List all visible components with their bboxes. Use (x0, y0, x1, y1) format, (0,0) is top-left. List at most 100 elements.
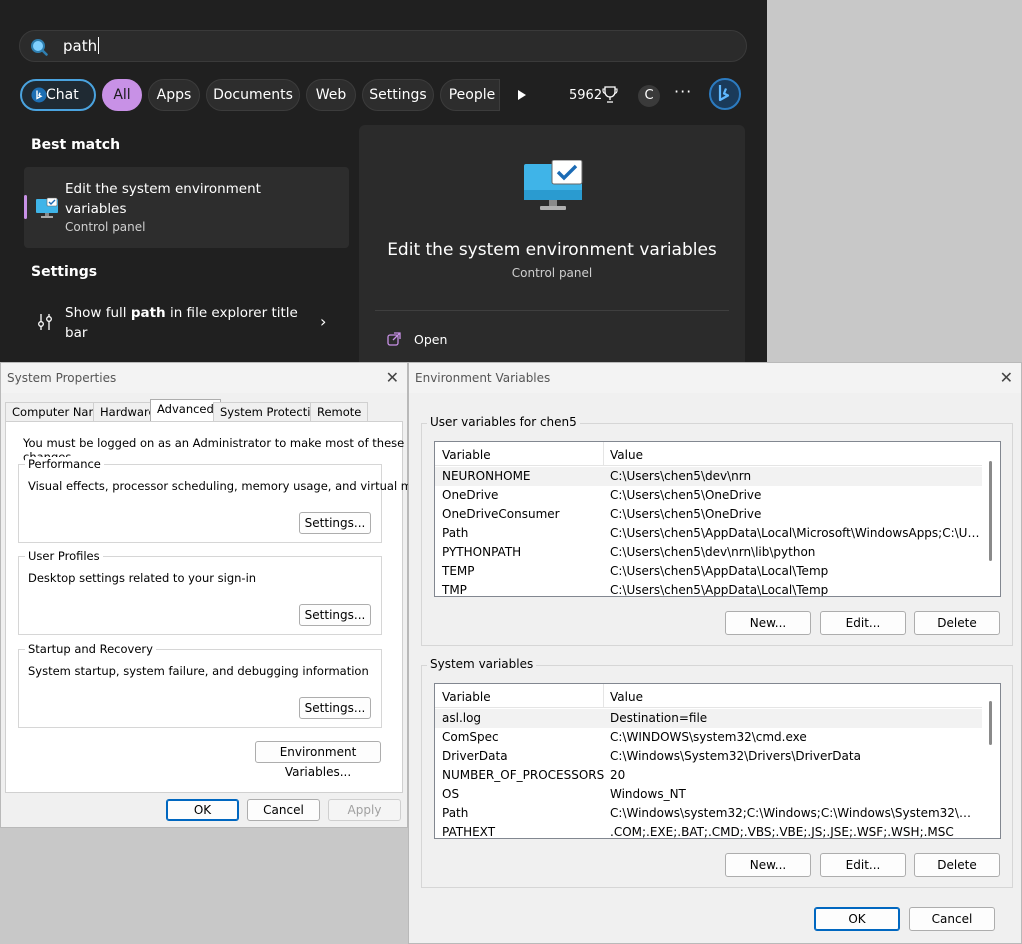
open-label: Open (414, 332, 448, 347)
table-row[interactable]: NUMBER_OF_PROCESSORS 20 (435, 766, 982, 785)
user-variables-list[interactable]: Variable Value NEURONHOME C:\Users\chen5\… (434, 441, 1001, 597)
tab-remote[interactable]: Remote (310, 402, 369, 422)
column-divider (603, 684, 604, 708)
variable-name: asl.log (442, 711, 482, 725)
group-label: User Profiles (25, 549, 103, 563)
variable-name: NUMBER_OF_PROCESSORS (442, 768, 605, 782)
table-row[interactable]: ComSpec C:\WINDOWS\system32\cmd.exe (435, 728, 982, 747)
variable-name: ComSpec (442, 730, 499, 744)
preview-title: Edit the system environment variables (387, 240, 717, 260)
filter-apps[interactable]: Apps (148, 79, 200, 111)
scrollbar[interactable] (982, 684, 1000, 838)
system-new-button[interactable]: New... (725, 853, 811, 877)
system-variables-group: System variables Variable Value asl.log D… (421, 657, 1013, 888)
filter-people[interactable]: People (440, 79, 500, 111)
filter-documents[interactable]: Documents (206, 79, 300, 111)
variable-value: Windows_NT (610, 787, 686, 801)
user-profiles-settings-button[interactable]: Settings... (299, 604, 371, 626)
settings-heading: Settings (31, 264, 98, 280)
table-row[interactable]: Path C:\Users\chen5\AppData\Local\Microso… (435, 524, 982, 543)
rewards-points[interactable]: 5962 (569, 88, 602, 103)
environment-variables-dialog: Environment Variables ✕ User variables f… (408, 362, 1022, 944)
column-value[interactable]: Value (610, 448, 643, 462)
table-row[interactable]: PYTHONPATH C:\Users\chen5\dev\nrn\lib\pyt… (435, 543, 982, 562)
variable-name: PYTHONPATH (442, 545, 522, 559)
scrollbar[interactable] (982, 442, 1000, 596)
table-row[interactable]: OneDrive C:\Users\chen5\OneDrive (435, 486, 982, 505)
performance-settings-button[interactable]: Settings... (299, 512, 371, 534)
column-value[interactable]: Value (610, 690, 643, 704)
user-new-button[interactable]: New... (725, 611, 811, 635)
best-match-item[interactable]: Edit the system environment variables Co… (24, 167, 349, 248)
play-arrow-icon[interactable] (507, 85, 537, 105)
variable-name: DriverData (442, 749, 508, 763)
column-variable[interactable]: Variable (442, 690, 491, 704)
user-profiles-group: User Profiles Desktop settings related t… (18, 549, 382, 635)
title-bar: Environment Variables ✕ (409, 363, 1021, 393)
cancel-button[interactable]: Cancel (247, 799, 320, 821)
setting-result-item[interactable]: Show full path in file explorer title ba… (24, 295, 349, 351)
trophy-icon (602, 86, 618, 103)
variable-value: C:\Windows\system32;C:\Windows;C:\Window… (610, 806, 982, 820)
close-icon[interactable]: ✕ (386, 368, 399, 387)
filter-web[interactable]: Web (306, 79, 356, 111)
user-variables-rows: NEURONHOME C:\Users\chen5\dev\nrn OneDrive… (435, 467, 982, 596)
cancel-button[interactable]: Cancel (909, 907, 995, 931)
startup-recovery-settings-button[interactable]: Settings... (299, 697, 371, 719)
table-row[interactable]: Path C:\Windows\system32;C:\Windows;C:\Wi… (435, 804, 982, 823)
filter-all[interactable]: All (102, 79, 142, 111)
result-preview-pane: Edit the system environment variables Co… (359, 125, 745, 362)
chevron-right-icon: › (320, 312, 327, 331)
ok-button[interactable]: OK (814, 907, 900, 931)
control-panel-monitor-icon (36, 197, 58, 218)
table-row[interactable]: DriverData C:\Windows\System32\Drivers\Dr… (435, 747, 982, 766)
variable-name: PATHEXT (442, 825, 496, 839)
dialog-title: System Properties (7, 371, 117, 385)
user-delete-button[interactable]: Delete (914, 611, 1000, 635)
list-header: Variable Value (435, 442, 982, 466)
scrollbar-thumb[interactable] (989, 461, 992, 561)
table-row[interactable]: TMP C:\Users\chen5\AppData\Local\Temp (435, 581, 982, 596)
variable-name: OneDriveConsumer (442, 507, 560, 521)
column-variable[interactable]: Variable (442, 448, 491, 462)
bing-icon[interactable] (709, 78, 741, 110)
system-edit-button[interactable]: Edit... (820, 853, 906, 877)
close-icon[interactable]: ✕ (1000, 368, 1013, 387)
user-variables-group: User variables for chen5 Variable Value … (421, 415, 1013, 646)
search-box[interactable]: path (19, 30, 747, 62)
best-match-subtitle: Control panel (65, 220, 146, 234)
environment-variables-button[interactable]: Environment Variables... (255, 741, 381, 779)
variable-value: .COM;.EXE;.BAT;.CMD;.VBS;.VBE;.JS;.JSE;.… (610, 825, 954, 839)
table-row[interactable]: TEMP C:\Users\chen5\AppData\Local\Temp (435, 562, 982, 581)
table-row[interactable]: OS Windows_NT (435, 785, 982, 804)
system-delete-button[interactable]: Delete (914, 853, 1000, 877)
scrollbar-thumb[interactable] (989, 701, 992, 745)
user-edit-button[interactable]: Edit... (820, 611, 906, 635)
account-avatar[interactable]: C (638, 85, 660, 107)
table-row[interactable]: NEURONHOME C:\Users\chen5\dev\nrn (435, 467, 982, 486)
variable-name: TEMP (442, 564, 475, 578)
best-match-title: Edit the system environment variables (65, 181, 261, 217)
variable-name: Path (442, 526, 469, 540)
preview-subtitle: Control panel (511, 266, 593, 280)
bing-chat-icon (31, 87, 47, 103)
open-action[interactable]: Open (387, 330, 507, 350)
ok-button[interactable]: OK (166, 799, 239, 821)
variable-value: C:\Users\chen5\OneDrive (610, 488, 762, 502)
tab-advanced[interactable]: Advanced (150, 399, 221, 423)
variable-name: Path (442, 806, 469, 820)
open-external-icon (387, 332, 401, 346)
variable-value: C:\Windows\System32\Drivers\DriverData (610, 749, 861, 763)
chat-filter-button[interactable]: Chat (20, 79, 96, 111)
table-row[interactable]: OneDriveConsumer C:\Users\chen5\OneDrive (435, 505, 982, 524)
user-variables-label: User variables for chen5 (427, 415, 580, 429)
table-row[interactable]: asl.log Destination=file (435, 709, 982, 728)
filter-settings[interactable]: Settings (362, 79, 434, 111)
variable-name: OneDrive (442, 488, 499, 502)
system-variables-list[interactable]: Variable Value asl.log Destination=file Co… (434, 683, 1001, 839)
more-options-icon[interactable]: ··· (674, 82, 692, 101)
table-row[interactable]: PATHEXT .COM;.EXE;.BAT;.CMD;.VBS;.VBE;.JS… (435, 823, 982, 839)
control-panel-monitor-icon-large (524, 160, 583, 210)
group-description: System startup, system failure, and debu… (28, 664, 369, 678)
search-input[interactable]: path (63, 37, 100, 55)
